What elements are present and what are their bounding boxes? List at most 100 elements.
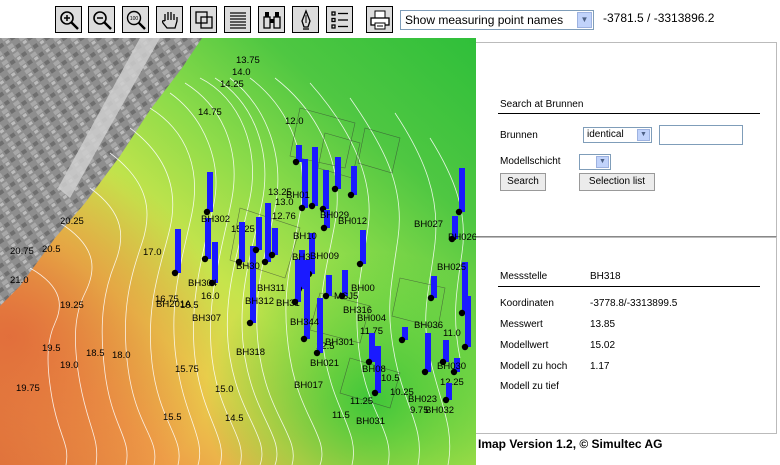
measurement-bar[interactable] bbox=[272, 228, 278, 255]
measurement-bar[interactable] bbox=[312, 147, 318, 206]
chevron-down-icon: ▼ bbox=[637, 129, 650, 141]
measuring-point[interactable] bbox=[171, 269, 179, 277]
borehole-label[interactable]: BH009 bbox=[310, 251, 339, 262]
borehole-label[interactable]: BH036 bbox=[414, 320, 443, 331]
borehole-label[interactable]: BH30 bbox=[236, 261, 260, 272]
search-panel: Search at Brunnen Brunnen identical ▼ Mo… bbox=[476, 42, 777, 238]
borehole-label[interactable]: BH3 bbox=[292, 252, 310, 263]
overview-button[interactable] bbox=[190, 6, 217, 33]
contour-label: 17.0 bbox=[143, 247, 162, 258]
borehole-label[interactable]: BH301 bbox=[325, 337, 354, 348]
measuring-point[interactable] bbox=[331, 185, 339, 193]
measurement-bar[interactable] bbox=[256, 217, 262, 250]
measurement-bar[interactable] bbox=[459, 168, 465, 212]
measurement-bar[interactable] bbox=[351, 166, 357, 195]
measuring-point[interactable] bbox=[292, 158, 300, 166]
borehole-label[interactable]: BH032 bbox=[425, 405, 454, 416]
modellschicht-select[interactable]: ▼ bbox=[579, 154, 611, 170]
measurement-bar[interactable] bbox=[323, 170, 329, 209]
borehole-label[interactable]: BH027 bbox=[414, 219, 443, 230]
selection-list-button[interactable]: Selection list bbox=[579, 173, 655, 191]
measurement-bar[interactable] bbox=[360, 230, 366, 264]
map-canvas[interactable]: 13.7514.014.2514.7512.013.2513.012.7615.… bbox=[0, 38, 476, 465]
measuring-point[interactable] bbox=[421, 368, 429, 376]
measuring-point[interactable] bbox=[313, 349, 321, 357]
measuring-point[interactable] bbox=[298, 204, 306, 212]
measuring-point[interactable] bbox=[455, 208, 463, 216]
measurement-bar[interactable] bbox=[443, 340, 449, 362]
borehole-label[interactable]: BH025 bbox=[437, 262, 466, 273]
measurement-bar[interactable] bbox=[335, 157, 341, 189]
messstelle-value: BH318 bbox=[590, 271, 621, 282]
borehole-label[interactable]: BH311 bbox=[257, 283, 285, 294]
measurement-bar[interactable] bbox=[207, 172, 213, 212]
borehole-label[interactable]: BH01 bbox=[286, 190, 310, 201]
borehole-label[interactable]: BH344 bbox=[290, 317, 319, 328]
map-svg[interactable]: 13.7514.014.2514.7512.013.2513.012.7615.… bbox=[0, 38, 476, 465]
borehole-label[interactable]: BH302 bbox=[201, 214, 230, 225]
borehole-label[interactable]: BH026 bbox=[448, 232, 476, 243]
borehole-label[interactable]: BH030 bbox=[437, 361, 466, 372]
borehole-label[interactable]: BH017 bbox=[294, 380, 323, 391]
measurement-bar[interactable] bbox=[369, 333, 375, 362]
measuring-point[interactable] bbox=[268, 251, 276, 259]
borehole-label[interactable]: BH318 bbox=[236, 347, 265, 358]
zoom-in-button[interactable] bbox=[55, 6, 82, 33]
modell-zu-hoch-label: Modell zu hoch bbox=[500, 361, 568, 372]
measuring-point[interactable] bbox=[461, 343, 469, 351]
measurement-bar[interactable] bbox=[295, 259, 301, 302]
zoom-out-button[interactable] bbox=[88, 6, 115, 33]
zoom-100-button[interactable]: 100 bbox=[122, 6, 149, 33]
list-button[interactable] bbox=[326, 6, 353, 33]
borehole-label[interactable]: BH031 bbox=[356, 416, 385, 427]
measuring-point[interactable] bbox=[261, 258, 269, 266]
print-button[interactable] bbox=[366, 6, 393, 33]
measurement-bar[interactable] bbox=[425, 333, 431, 372]
borehole-label[interactable]: BH004 bbox=[357, 313, 386, 324]
measurement-bar[interactable] bbox=[326, 275, 332, 296]
borehole-label[interactable]: BH021 bbox=[310, 358, 339, 369]
borehole-label[interactable]: BH08 bbox=[362, 364, 386, 375]
borehole-label[interactable]: BH10 bbox=[293, 231, 317, 242]
measurement-bar[interactable] bbox=[465, 296, 471, 347]
measuring-point[interactable] bbox=[458, 309, 466, 317]
measurement-bar[interactable] bbox=[431, 276, 437, 298]
measuring-point[interactable] bbox=[356, 260, 364, 268]
borehole-label[interactable]: BH201A bbox=[156, 299, 192, 310]
measuring-point[interactable] bbox=[347, 191, 355, 199]
measuring-point[interactable] bbox=[308, 202, 316, 210]
view-select[interactable]: Show measuring point names ▼ bbox=[400, 10, 594, 30]
measuring-point[interactable] bbox=[371, 389, 379, 397]
borehole-label[interactable]: BH307 bbox=[192, 313, 221, 324]
borehole-label[interactable]: BH023 bbox=[408, 394, 437, 405]
borehole-label[interactable]: BH012 bbox=[338, 216, 367, 227]
search-button[interactable] bbox=[258, 6, 285, 33]
measuring-point[interactable] bbox=[252, 246, 260, 254]
search-submit-button[interactable]: Search bbox=[500, 173, 546, 191]
measurement-bar[interactable] bbox=[175, 229, 181, 273]
measuring-point[interactable] bbox=[442, 396, 450, 404]
measuring-point[interactable] bbox=[427, 294, 435, 302]
chevron-down-icon: ▼ bbox=[596, 156, 609, 168]
contour-label: 15.75 bbox=[175, 364, 199, 375]
borehole-label[interactable]: MSJ5 bbox=[334, 291, 358, 302]
measurement-bar[interactable] bbox=[212, 242, 218, 283]
pan-button[interactable] bbox=[156, 6, 183, 33]
legend-button[interactable] bbox=[224, 6, 251, 33]
measuring-point[interactable] bbox=[322, 292, 330, 300]
borehole-label[interactable]: BH31 bbox=[276, 298, 300, 309]
measure-button[interactable] bbox=[292, 6, 319, 33]
measurement-bar[interactable] bbox=[250, 246, 256, 323]
measuring-point[interactable] bbox=[246, 319, 254, 327]
measuring-point[interactable] bbox=[300, 335, 308, 343]
measuring-point[interactable] bbox=[201, 255, 209, 263]
brunnen-input[interactable] bbox=[659, 125, 743, 145]
measurement-bar[interactable] bbox=[239, 222, 245, 262]
modell-zu-hoch-value: 1.17 bbox=[590, 361, 610, 372]
measuring-point[interactable] bbox=[398, 336, 406, 344]
info-divider bbox=[498, 286, 760, 287]
borehole-label[interactable]: BH304 bbox=[188, 278, 217, 289]
match-select[interactable]: identical ▼ bbox=[583, 127, 652, 143]
borehole-label[interactable]: BH312 bbox=[245, 296, 274, 307]
measuring-point[interactable] bbox=[320, 224, 328, 232]
